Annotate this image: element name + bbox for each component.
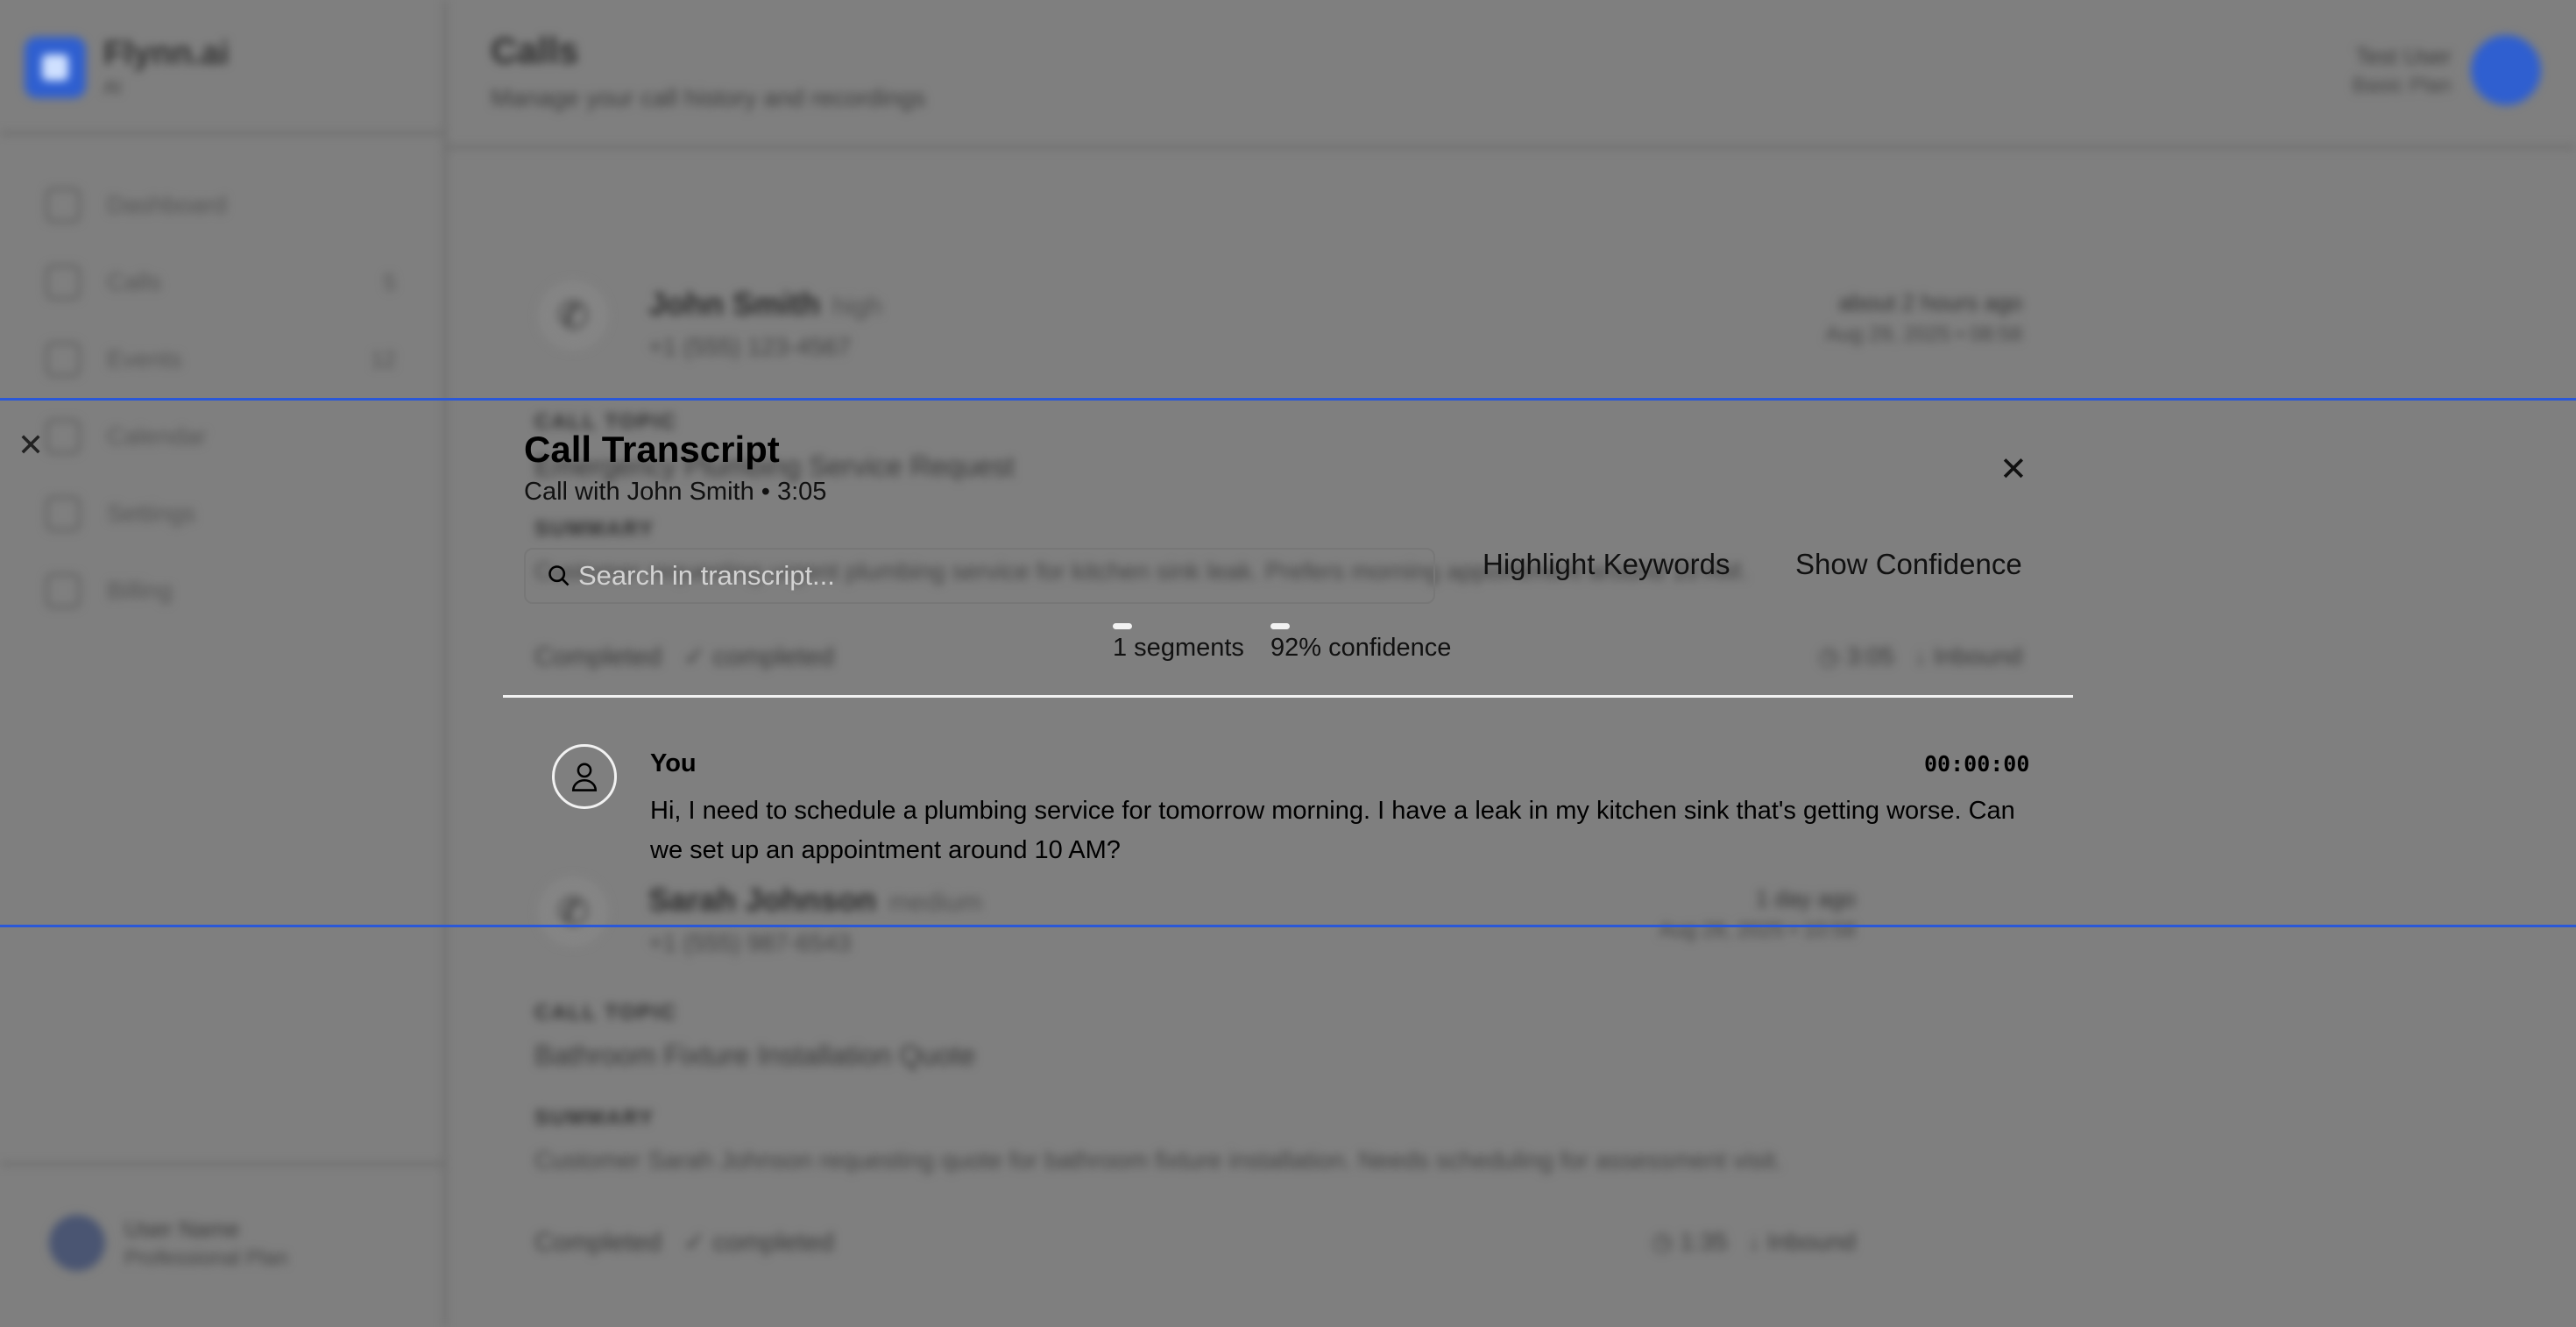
sidebar-user-name: User Name (124, 1215, 240, 1242)
sidebar-user-plan: Professional Plan (124, 1245, 288, 1270)
sidebar-user[interactable]: User Name Professional Plan (49, 1215, 288, 1271)
search-input[interactable] (571, 549, 1433, 603)
call-phone: +1 (555) 123-4567 (648, 333, 852, 360)
phone-icon (46, 265, 81, 300)
header-user[interactable]: Test User Basic Plan (2353, 35, 2541, 105)
topbar: Calls Manage your call history and recor… (447, 0, 2576, 149)
header-user-plan: Basic Plan (2352, 73, 2452, 97)
avatar (49, 1215, 105, 1271)
close-icon[interactable]: ✕ (1999, 450, 2028, 489)
sidebar-divider (0, 131, 443, 135)
sidebar-item-dashboard[interactable]: Dashboard (46, 167, 396, 244)
topic-label: CALL TOPIC (534, 1001, 678, 1025)
brand-name: Flynn.ai (103, 35, 230, 72)
phone-icon: ✆ (538, 280, 608, 351)
user-icon (552, 744, 617, 809)
modal-title: Call Transcript (524, 429, 780, 470)
highlight-keywords-toggle[interactable]: Highlight Keywords (1483, 548, 1730, 581)
events-icon (46, 342, 81, 377)
segments-count: 1 segments (1113, 623, 1244, 663)
calls-badge: 5 (383, 268, 396, 295)
logo-icon (25, 36, 86, 98)
show-confidence-toggle[interactable]: Show Confidence (1795, 548, 2022, 581)
call-meta: ◷ 1:35 ↓ Inbound (1651, 1228, 1856, 1255)
call-relative-time: about 2 hours ago (1838, 289, 2022, 316)
page-subtitle: Manage your call history and recordings (491, 84, 926, 111)
summary-label: SUMMARY (534, 1106, 655, 1130)
priority-badge: high (832, 292, 882, 321)
status-badge: Completed ✓ completed (534, 1228, 834, 1257)
transcript-search[interactable] (524, 548, 1435, 604)
segment-timestamp[interactable]: 00:00:00 (1924, 751, 2029, 777)
modal-divider (503, 695, 2073, 698)
modal-subtitle: Call with John Smith • 3:05 (524, 478, 827, 506)
confidence-value: 92% confidence (1270, 623, 1451, 663)
sidebar-item-calls[interactable]: Calls 5 (46, 244, 396, 321)
close-icon[interactable]: ✕ (18, 427, 44, 464)
segment-text: Hi, I need to schedule a plumbing servic… (650, 797, 2015, 864)
segment-speaker: You (650, 749, 697, 777)
header-avatar (2471, 35, 2541, 105)
page-title: Calls (491, 30, 579, 71)
brand-sub: AI (103, 76, 122, 98)
call-phone: +1 (555) 987-6543 (648, 929, 852, 956)
events-badge: 12 (371, 345, 396, 373)
call-name: John Smith high (648, 286, 882, 322)
header-user-name: Test User (2355, 42, 2452, 69)
call-topic: Bathroom Fixture Installation Quote (534, 1040, 976, 1071)
search-icon (548, 565, 570, 586)
sidebar-footer-divider (0, 1162, 443, 1166)
call-summary: Customer Sarah Johnson requesting quote … (534, 1146, 1783, 1174)
sidebar-item-events[interactable]: Events 12 (46, 321, 396, 398)
brand[interactable]: Flynn.ai AI (25, 35, 230, 99)
call-date: Aug 29, 2025 • 08:58 (1825, 323, 2022, 346)
home-icon (46, 188, 81, 223)
transcript-modal: ✕ Call Transcript Call with John Smith •… (0, 398, 2576, 927)
